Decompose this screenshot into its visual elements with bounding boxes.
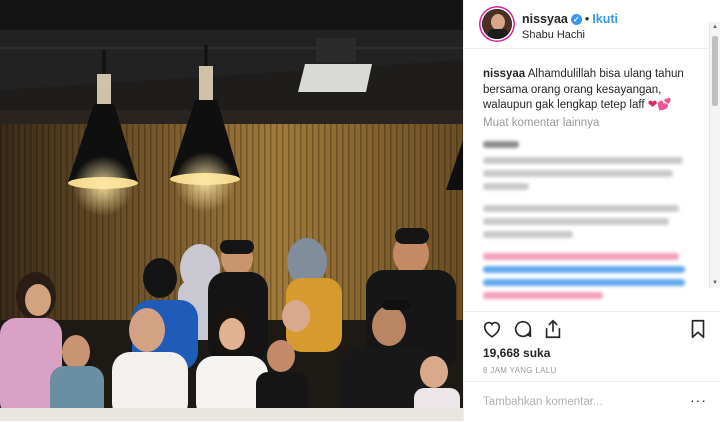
- post-caption: nissyaa Alhamdulillah bisa ulang tahun b…: [483, 67, 703, 114]
- blurred-comment-line: [483, 279, 685, 286]
- post-side-panel: nissyaa ✓ • Ikuti Shabu Hachi nissyaa Alham…: [463, 0, 720, 421]
- blurred-comment-line: [483, 141, 519, 148]
- blurred-comment-line: [483, 218, 669, 225]
- blurred-comment-line: [483, 231, 573, 238]
- bookmark-icon-svg: [691, 319, 705, 339]
- load-more-comments[interactable]: Muat komentar lainnya: [483, 117, 599, 129]
- location-link[interactable]: Shabu Hachi: [522, 29, 585, 41]
- verified-badge-icon: ✓: [570, 14, 582, 25]
- avatar-image: [482, 9, 512, 39]
- add-comment-input[interactable]: Tambahkan komentar...: [483, 396, 603, 408]
- scroll-down-icon[interactable]: ▼: [712, 280, 718, 286]
- blurred-comment-line: [483, 253, 679, 260]
- like-count[interactable]: 19,668 suka: [483, 346, 550, 360]
- instagram-post: nissyaa ✓ • Ikuti Shabu Hachi nissyaa Alham…: [0, 0, 720, 421]
- avatar[interactable]: [482, 9, 512, 39]
- blurred-comment-line: [483, 183, 529, 190]
- follow-button[interactable]: Ikuti: [592, 12, 618, 26]
- comment-item: [483, 141, 697, 154]
- blurred-comment-line: [483, 157, 683, 164]
- comment-item: [483, 253, 697, 305]
- blurred-comment-line: [483, 170, 673, 177]
- comment-item: [483, 157, 697, 196]
- comment-item: [483, 205, 697, 244]
- heart-icon[interactable]: [481, 318, 503, 340]
- caption-username[interactable]: nissyaa: [483, 68, 525, 80]
- share-icon[interactable]: [542, 318, 564, 340]
- separator-dot: •: [584, 12, 590, 26]
- blurred-comment-line: [483, 205, 679, 212]
- share-icon-svg: [545, 319, 561, 339]
- post-photo[interactable]: [0, 0, 463, 421]
- username-link[interactable]: nissyaa: [522, 12, 568, 26]
- scroll-up-icon[interactable]: ▲: [712, 24, 718, 30]
- scrollbar-thumb[interactable]: [712, 36, 718, 106]
- post-author: nissyaa ✓ • Ikuti: [522, 12, 618, 26]
- comment-icon[interactable]: [512, 318, 534, 340]
- heart-icon-svg: [483, 321, 501, 338]
- post-actions: [464, 314, 720, 344]
- caption-emoji: ❤💕: [647, 99, 672, 111]
- post-timestamp[interactable]: 8 JAM YANG LALU: [483, 366, 557, 375]
- post-header: nissyaa ✓ • Ikuti Shabu Hachi: [464, 0, 720, 49]
- comments-section[interactable]: nissyaa Alhamdulillah bisa ulang tahun b…: [464, 49, 720, 312]
- comments-scrollbar[interactable]: ▲ ▼: [709, 22, 720, 288]
- blurred-comment-line: [483, 292, 603, 299]
- blurred-comment-line: [483, 266, 685, 273]
- bookmark-icon[interactable]: [687, 318, 709, 340]
- group-photo-image: [0, 0, 463, 421]
- more-options-icon[interactable]: ···: [690, 392, 707, 408]
- add-comment-bar: Tambahkan komentar... ···: [464, 381, 720, 422]
- comment-icon-svg: [514, 320, 532, 338]
